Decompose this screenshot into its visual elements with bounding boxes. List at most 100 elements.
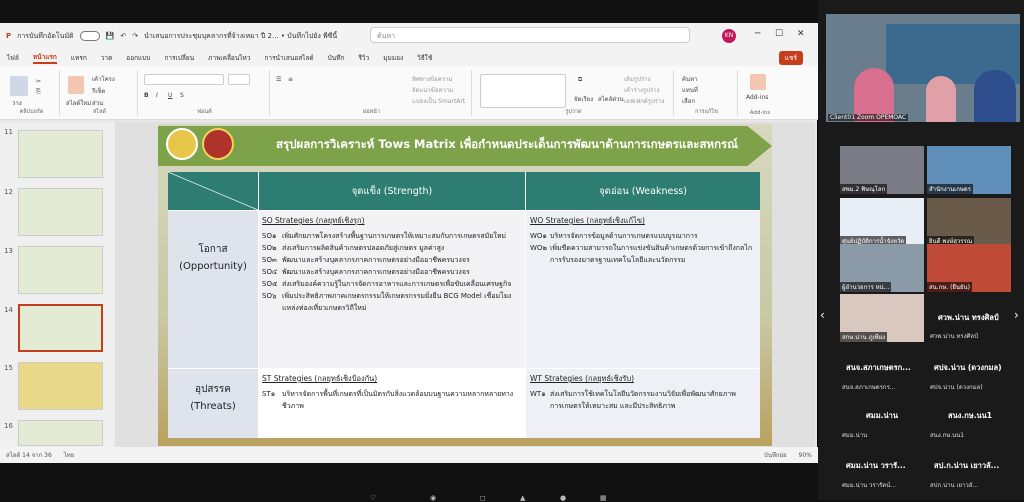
addins-group: Add-ins Add-ins	[740, 70, 780, 116]
thumbnail-number: 16	[4, 422, 13, 430]
cut-icon[interactable]: ✂	[36, 78, 41, 85]
share-screen-icon[interactable]: ▲	[520, 494, 525, 502]
menu-item-design[interactable]: ออกแบบ	[126, 53, 150, 63]
chat-icon[interactable]: ◻	[480, 494, 486, 502]
shape-outline-button[interactable]: เค้าร่างรูปร่าง	[624, 85, 660, 95]
align-text-button[interactable]: จัดแนวข้อความ	[412, 85, 453, 95]
menu-item-view[interactable]: มุมมอง	[383, 53, 403, 63]
zoom-level[interactable]: 90%	[799, 452, 812, 459]
search-input[interactable]: ค้นหา	[370, 27, 690, 43]
language[interactable]: ไทย	[64, 450, 75, 460]
reset-button[interactable]: รีเซ็ต	[92, 86, 105, 96]
video-tile[interactable]: ผู้อำนวยการ หน่...	[840, 244, 924, 292]
wt-strategies-cell: WT Strategies (กลยุทธ์เชิงรับ) WT๑ ส่งเสร…	[530, 373, 756, 412]
menu-item-insert[interactable]: แทรก	[71, 53, 87, 63]
strikethrough-icon[interactable]: S	[180, 92, 184, 99]
minimize-icon[interactable]: ─	[755, 29, 760, 39]
undo-icon[interactable]: ↶	[120, 32, 126, 40]
addins-icon[interactable]	[750, 74, 766, 90]
video-tile[interactable]: ยินดี พงษ์สุวรรณ	[927, 198, 1011, 246]
menu-item-home[interactable]: หน้าแรก	[32, 52, 57, 64]
redo-icon[interactable]: ↷	[132, 32, 138, 40]
wo-title: WO Strategies (กลยุทธ์เชิงแก้ไข)	[530, 216, 645, 225]
underline-icon[interactable]: U	[168, 92, 172, 99]
menu-item-animations[interactable]: ภาพเคลื่อนไหว	[208, 53, 250, 63]
maximize-icon[interactable]: ☐	[775, 29, 783, 39]
replace-button[interactable]: แทนที่	[682, 85, 698, 95]
new-slide-icon[interactable]	[68, 76, 84, 94]
slide-thumbnail[interactable]	[18, 362, 103, 410]
menu-item-slideshow[interactable]: การนำเสนอสไลด์	[264, 53, 313, 63]
video-tile[interactable]: สกษ.น่าน ภูเพียง	[840, 294, 924, 342]
share-button[interactable]: แชร์	[778, 51, 803, 65]
drawing-group: ⧉ จัดเรียง สไตล์ด่วน เติมรูปร่าง เค้าร่า…	[474, 70, 674, 116]
slide-thumbnail[interactable]	[18, 246, 103, 294]
autosave-label: การบันทึกอัตโนมัติ	[17, 31, 74, 40]
menu-item-review[interactable]: รีวิว	[358, 53, 369, 63]
menu-item-draw[interactable]: วาด	[101, 53, 113, 63]
video-tile[interactable]: สพม.2 พิษณุโลก	[840, 146, 924, 194]
menu-item-help[interactable]: วิธีใช้	[417, 53, 432, 63]
wo-code: WO๑	[530, 232, 547, 240]
participant-name-large: สนง.กษ.นน1	[948, 411, 993, 420]
new-slide-label[interactable]: สไลด์ใหม่	[66, 98, 91, 108]
so-code: SO๔	[262, 268, 278, 276]
participant-name-small: สนจ.สภาเกษตรกร...	[842, 384, 896, 391]
slide-thumbnail[interactable]	[18, 420, 103, 446]
arrange-icon[interactable]: ⧉	[578, 76, 582, 84]
autosave-toggle[interactable]	[79, 31, 100, 41]
font-family-select[interactable]	[144, 74, 224, 85]
gallery-next-arrow-icon[interactable]: ›	[1014, 308, 1019, 322]
select-button[interactable]: เลือก	[682, 96, 695, 106]
avatar[interactable]: KN	[722, 29, 736, 43]
find-button[interactable]: ค้นหา	[682, 74, 697, 84]
so-code: SO๒	[262, 244, 277, 252]
gallery-prev-arrow-icon[interactable]: ‹	[820, 308, 825, 322]
bullets-icon[interactable]: ☰	[276, 76, 281, 83]
shape-effects-button[interactable]: เอฟเฟกต์รูปร่าง	[624, 96, 664, 106]
addins-label[interactable]: Add-ins	[746, 94, 768, 101]
arrange-label[interactable]: จัดเรียง	[574, 94, 593, 104]
font-size-select[interactable]	[228, 74, 250, 85]
slide-thumbnail-selected[interactable]	[18, 304, 103, 352]
numbering-icon[interactable]: ≡	[288, 76, 293, 83]
copy-icon[interactable]: ⎘	[36, 88, 41, 96]
slide[interactable]: สรุปผลการวิเคราะห์ Tows Matrix เพื่อกำหน…	[158, 124, 772, 446]
participants-icon[interactable]: ◉	[430, 494, 436, 502]
video-tile[interactable]: สำนักงานเกษตร	[927, 146, 1011, 194]
shape-fill-button[interactable]: เติมรูปร่าง	[624, 74, 650, 84]
menu-item-file[interactable]: ไฟล์	[7, 53, 19, 63]
opportunity-row-header: โอกาส (Opportunity)	[168, 211, 258, 368]
participant-figure	[974, 70, 1016, 122]
participant-name-large: ศวพ.น่าน ทรงศิลป์	[938, 313, 999, 322]
editing-group: ค้นหา แทนที่ เลือก การแก้ไข	[676, 70, 738, 116]
apps-icon[interactable]: ▦	[600, 494, 607, 502]
close-icon[interactable]: ✕	[797, 29, 805, 39]
layout-button[interactable]: เค้าโครง	[92, 74, 115, 84]
so-title: SO Strategies (กลยุทธ์เชิงรุก)	[262, 216, 365, 225]
slide-thumbnail[interactable]	[18, 130, 103, 178]
so-code: SO๑	[262, 232, 277, 240]
video-tile[interactable]: ศูนย์ปฏิบัติการน้ำจังหวัด	[840, 198, 924, 246]
video-tile[interactable]: สน.กษ. (ยืนยัน)	[927, 244, 1011, 292]
paste-icon[interactable]	[10, 76, 28, 96]
table-corner	[168, 172, 258, 210]
quick-styles-label[interactable]: สไตล์ด่วน	[598, 94, 624, 104]
section-button[interactable]: ส่วน	[92, 98, 103, 108]
shapes-gallery[interactable]	[480, 74, 566, 108]
record-icon[interactable]: ●	[560, 494, 566, 502]
participant-name-small: ศปจ.น่าน (ดวงกมล)	[930, 384, 983, 391]
text-direction-button[interactable]: ทิศทางข้อความ	[412, 74, 452, 84]
reaction-icon[interactable]: ♡	[370, 494, 376, 502]
save-icon[interactable]: 💾	[106, 32, 115, 40]
notes-button[interactable]: บันทึกย่อ	[764, 450, 787, 460]
menu-item-record[interactable]: บันทึก	[328, 53, 345, 63]
italic-icon[interactable]: I	[156, 92, 158, 99]
participant-name-small: ศมม.น่าน วรารัตน์...	[842, 482, 897, 489]
smartart-button[interactable]: แปลงเป็น SmartArt	[412, 96, 465, 106]
main-video[interactable]: Client01 Zoom OPEMOAC	[826, 14, 1020, 122]
slide-thumbnail[interactable]	[18, 188, 103, 236]
powerpoint-logo-icon: P	[6, 32, 12, 40]
menu-item-transitions[interactable]: การเปลี่ยน	[164, 53, 194, 63]
bold-icon[interactable]: B	[144, 92, 149, 99]
